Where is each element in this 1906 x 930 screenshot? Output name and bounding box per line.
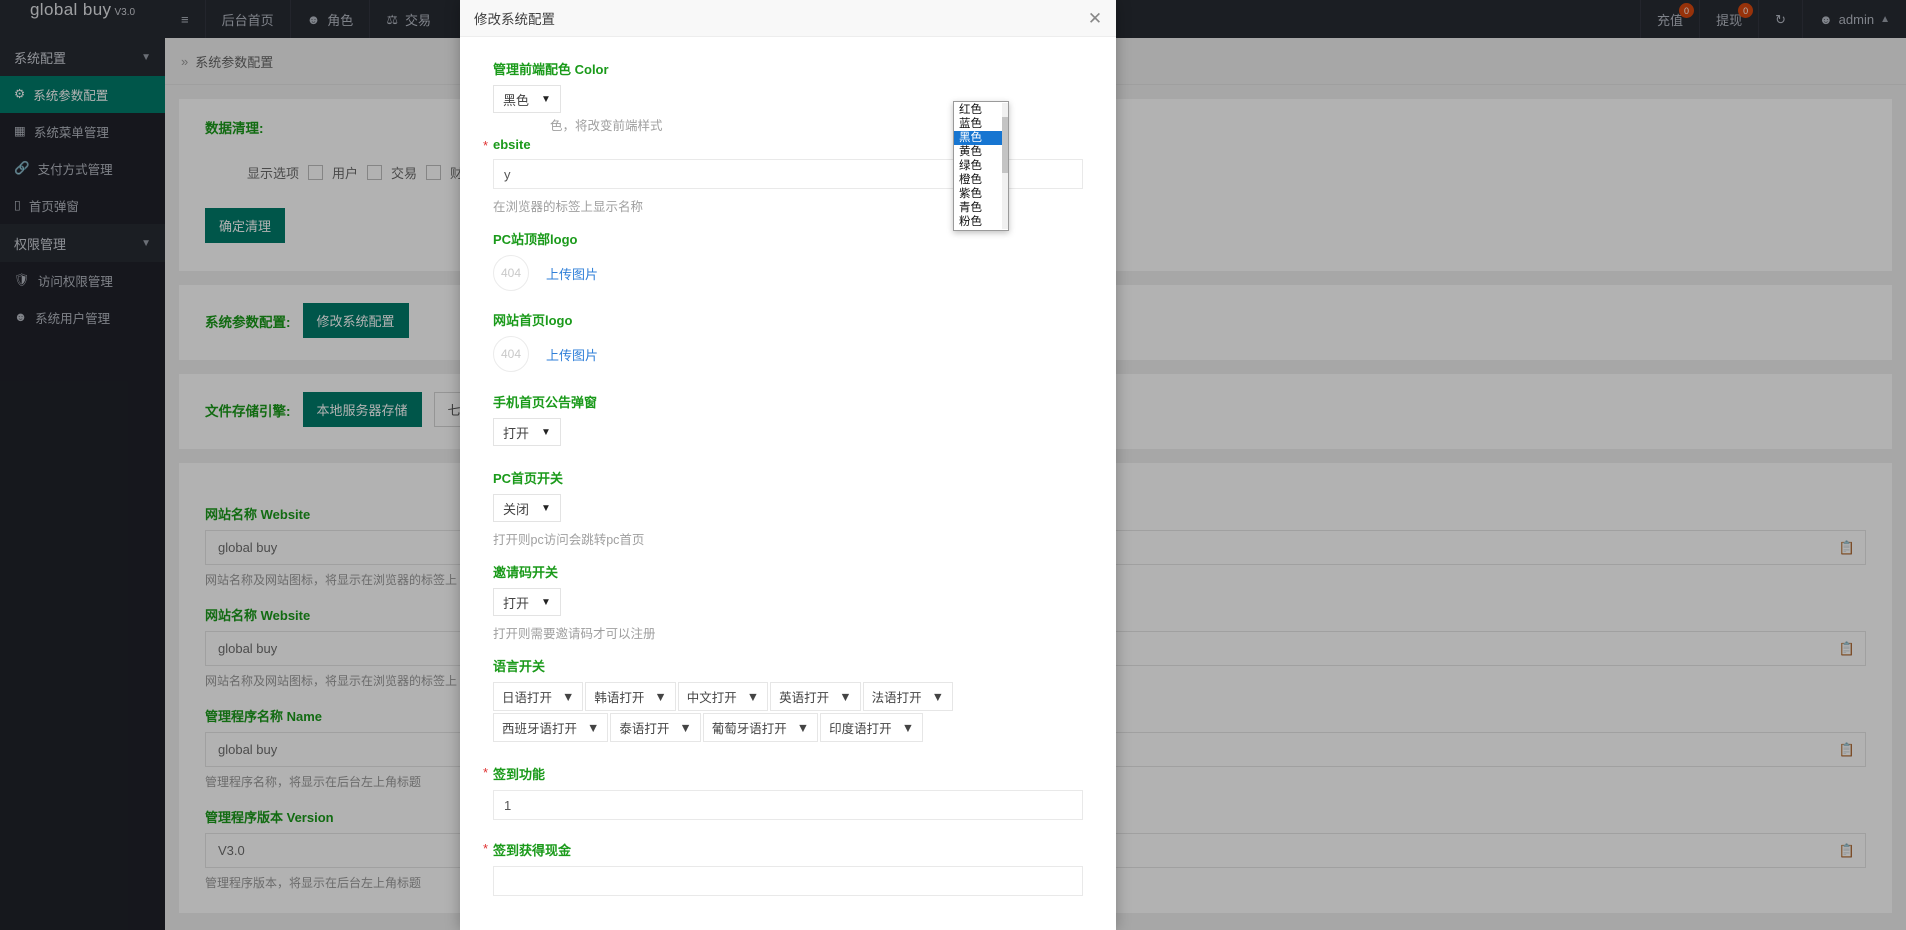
modify-system-config-modal: 修改系统配置 ✕ 管理前端配色 Color 黑色 ▼ 色，将改变前端样式 * e… bbox=[460, 0, 1116, 930]
lang-value: 泰语打开 bbox=[619, 722, 670, 736]
field-label: PC站顶部logo bbox=[493, 232, 578, 247]
pc-switch-select[interactable]: 关闭 ▼ bbox=[493, 494, 561, 522]
lang-select-french[interactable]: 法语打开 ▼ bbox=[862, 682, 953, 711]
field-invite-switch: 邀请码开关 打开 ▼ 打开则需要邀请码才可以注册 bbox=[493, 562, 1083, 642]
chevron-down-icon: ▼ bbox=[541, 596, 551, 608]
modal-header: 修改系统配置 ✕ bbox=[460, 0, 1116, 37]
lang-select-spanish[interactable]: 西班牙语打开 ▼ bbox=[493, 713, 609, 742]
chevron-down-icon: ▼ bbox=[587, 720, 600, 735]
lang-value: 韩语打开 bbox=[594, 691, 645, 705]
field-signin-cash: * 签到获得现金 bbox=[483, 840, 1083, 896]
color-dropdown-list[interactable]: 红色 蓝色 黑色 黄色 绿色 橙色 紫色 青色 粉色 bbox=[953, 101, 1009, 231]
pc-switch-value: 关闭 bbox=[503, 501, 530, 517]
dropdown-option-purple[interactable]: 紫色 bbox=[954, 187, 1008, 201]
chevron-down-icon: ▼ bbox=[931, 689, 944, 704]
chevron-down-icon: ▼ bbox=[541, 502, 551, 514]
field-label: 管理前端配色 Color bbox=[493, 62, 609, 77]
lang-select-english[interactable]: 英语打开 ▼ bbox=[770, 682, 861, 711]
signin-function-value: 1 bbox=[504, 797, 512, 813]
close-icon[interactable]: ✕ bbox=[1084, 8, 1106, 30]
signin-cash-input[interactable] bbox=[493, 866, 1083, 896]
lang-value: 日语打开 bbox=[502, 691, 553, 705]
required-marker: * bbox=[483, 138, 489, 153]
invite-switch-select[interactable]: 打开 ▼ bbox=[493, 588, 561, 616]
lang-value: 法语打开 bbox=[871, 691, 922, 705]
field-hint: 色，将改变前端样式 bbox=[550, 119, 663, 133]
field-home-logo: 网站首页logo 404 上传图片 bbox=[493, 310, 1083, 372]
dropdown-scroll-thumb[interactable] bbox=[1002, 117, 1008, 173]
dropdown-option-cyan[interactable]: 青色 bbox=[954, 201, 1008, 215]
lang-value: 印度语打开 bbox=[829, 722, 892, 736]
lang-select-thai[interactable]: 泰语打开 ▼ bbox=[610, 713, 701, 742]
chevron-down-icon: ▼ bbox=[901, 720, 915, 735]
required-marker: * bbox=[483, 765, 489, 780]
field-pc-logo: PC站顶部logo 404 上传图片 bbox=[493, 229, 1083, 291]
chevron-down-icon: ▼ bbox=[541, 93, 551, 105]
field-pc-switch: PC首页开关 关闭 ▼ 打开则pc访问会跳转pc首页 bbox=[493, 468, 1083, 548]
upload-image-link[interactable]: 上传图片 bbox=[546, 345, 598, 364]
chevron-down-icon: ▼ bbox=[654, 689, 667, 704]
dropdown-option-yellow[interactable]: 黄色 bbox=[954, 145, 1008, 159]
signin-function-input[interactable]: 1 bbox=[493, 790, 1083, 820]
chevron-down-icon: ▼ bbox=[679, 720, 692, 735]
chevron-down-icon: ▼ bbox=[796, 720, 810, 735]
image-placeholder-icon: 404 bbox=[493, 336, 529, 372]
mobile-popup-value: 打开 bbox=[503, 425, 530, 441]
chevron-down-icon: ▼ bbox=[541, 426, 551, 438]
dropdown-option-red[interactable]: 红色 bbox=[954, 103, 1008, 117]
color-select-value: 黑色 bbox=[503, 92, 530, 108]
field-mobile-popup: 手机首页公告弹窗 打开 ▼ bbox=[493, 392, 1083, 446]
field-label: 邀请码开关 bbox=[493, 565, 559, 580]
lang-value: 西班牙语打开 bbox=[502, 722, 578, 736]
home-logo-upload-row: 404 上传图片 bbox=[493, 336, 1083, 372]
lang-select-hindi[interactable]: 印度语打开 ▼ bbox=[820, 713, 924, 742]
field-label: 语言开关 bbox=[493, 659, 546, 674]
app-root: 系统配置 ▼ ⚙ 系统参数配置 ▦ 系统菜单管理 🔗 支付方式管理 ▯ 首页弹窗… bbox=[0, 0, 1906, 930]
field-label: 手机首页公告弹窗 bbox=[493, 395, 598, 410]
field-hint: 打开则pc访问会跳转pc首页 bbox=[493, 533, 645, 547]
lang-select-portuguese[interactable]: 葡萄牙语打开 ▼ bbox=[702, 713, 819, 742]
dropdown-option-pink[interactable]: 粉色 bbox=[954, 215, 1008, 229]
color-select[interactable]: 黑色 ▼ bbox=[493, 85, 561, 113]
lang-select-chinese[interactable]: 中文打开 ▼ bbox=[677, 682, 769, 711]
field-label: 签到获得现金 bbox=[493, 843, 572, 858]
image-placeholder-icon: 404 bbox=[493, 255, 529, 291]
dropdown-option-blue[interactable]: 蓝色 bbox=[954, 117, 1008, 131]
lang-value: 葡萄牙语打开 bbox=[711, 722, 787, 736]
upload-image-link[interactable]: 上传图片 bbox=[546, 264, 598, 283]
lang-value: 中文打开 bbox=[686, 691, 737, 705]
dropdown-option-orange[interactable]: 橙色 bbox=[954, 173, 1008, 187]
field-signin-function: * 签到功能 1 bbox=[483, 764, 1083, 820]
dropdown-scrollbar[interactable] bbox=[1002, 103, 1008, 229]
field-label: PC首页开关 bbox=[493, 471, 564, 486]
lang-value: 英语打开 bbox=[779, 691, 830, 705]
language-switch-group: 日语打开 ▼ 韩语打开 ▼ 中文打开 ▼ 英语打开 ▼ 法语打开 ▼ 西班牙语打… bbox=[493, 682, 1053, 744]
chevron-down-icon: ▼ bbox=[746, 689, 760, 704]
field-language-switch: 语言开关 日语打开 ▼ 韩语打开 ▼ 中文打开 ▼ 英语打开 ▼ 法语打开 ▼ … bbox=[493, 656, 1083, 744]
modal-title: 修改系统配置 bbox=[474, 12, 555, 27]
dropdown-option-black[interactable]: 黑色 bbox=[954, 131, 1008, 145]
lang-select-japanese[interactable]: 日语打开 ▼ bbox=[493, 682, 584, 711]
field-label: 签到功能 bbox=[493, 767, 546, 782]
lang-select-korean[interactable]: 韩语打开 ▼ bbox=[585, 682, 676, 711]
required-marker: * bbox=[483, 841, 489, 856]
mobile-popup-select[interactable]: 打开 ▼ bbox=[493, 418, 561, 446]
pc-logo-upload-row: 404 上传图片 bbox=[493, 255, 1083, 291]
dropdown-option-green[interactable]: 绿色 bbox=[954, 159, 1008, 173]
field-label: 网站首页logo bbox=[493, 313, 573, 328]
invite-switch-value: 打开 bbox=[503, 595, 530, 611]
chevron-down-icon: ▼ bbox=[562, 689, 575, 704]
website-value: y bbox=[504, 166, 511, 182]
field-hint: 打开则需要邀请码才可以注册 bbox=[493, 627, 656, 641]
modal-body: 管理前端配色 Color 黑色 ▼ 色，将改变前端样式 * ebsite y 在… bbox=[460, 37, 1116, 930]
chevron-down-icon: ▼ bbox=[839, 689, 852, 704]
